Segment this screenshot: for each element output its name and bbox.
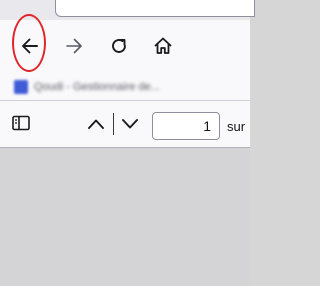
reload-button[interactable] <box>105 32 133 60</box>
bookmark-label: Qoudi - Gestionnaire de... <box>34 81 160 93</box>
chevron-down-icon <box>122 119 138 129</box>
next-page-button[interactable] <box>118 112 142 136</box>
forward-button[interactable] <box>60 32 88 60</box>
sidebar-toggle-icon <box>12 115 30 131</box>
home-button[interactable] <box>149 32 177 60</box>
toolbar-separator <box>113 113 114 135</box>
active-tab[interactable] <box>55 0 255 17</box>
pdf-viewer-area[interactable] <box>0 148 250 286</box>
page-count-label: sur <box>227 119 246 134</box>
reload-icon <box>112 39 126 53</box>
chevron-up-icon <box>88 119 104 129</box>
sidebar-toggle-button[interactable] <box>10 112 32 134</box>
previous-page-button[interactable] <box>84 112 108 136</box>
bookmarks-toolbar: Qoudi - Gestionnaire de... <box>0 74 250 101</box>
favicon-icon <box>14 80 28 94</box>
arrow-right-icon <box>66 38 82 54</box>
home-icon <box>154 37 172 54</box>
back-button-highlight-circle <box>12 14 46 72</box>
page-number-input[interactable] <box>152 112 220 140</box>
